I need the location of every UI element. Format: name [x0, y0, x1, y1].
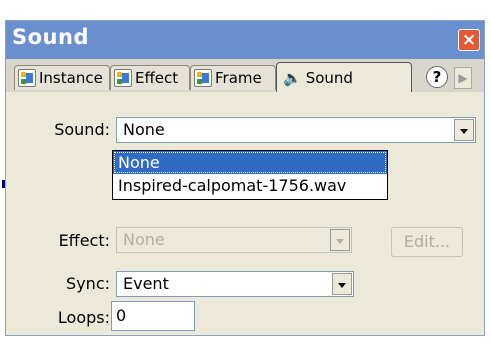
chevron-down-icon[interactable] — [454, 119, 474, 141]
sound-select[interactable]: None — [116, 117, 476, 143]
effect-label: Effect: — [58, 231, 110, 250]
sound-option-none[interactable]: None — [113, 151, 387, 174]
effect-select[interactable]: None — [116, 227, 352, 253]
tab-sound-label: Sound — [305, 68, 353, 87]
sound-option-wav[interactable]: Inspired-calpomat-1756.wav — [113, 174, 387, 197]
tab-scroll-right-button[interactable]: ▶ — [454, 67, 472, 89]
sync-select-value: Event — [123, 274, 169, 293]
tab-frame-label: Frame — [215, 69, 262, 87]
panel-title: Sound — [12, 25, 89, 49]
close-button[interactable]: × — [458, 29, 480, 51]
tab-bar: Instance Effect Frame 🔈 Sound ? ▶ — [6, 59, 484, 92]
tab-instance-label: Instance — [39, 69, 103, 87]
tab-effect[interactable]: Effect — [110, 65, 190, 90]
effect-icon — [114, 69, 132, 87]
sound-dropdown-list: None Inspired-calpomat-1756.wav — [112, 150, 388, 200]
tab-instance[interactable]: Instance — [14, 65, 110, 90]
effect-select-value: None — [123, 230, 165, 249]
frame-icon — [194, 69, 212, 87]
chevron-down-icon[interactable] — [332, 273, 352, 295]
speaker-icon: 🔈 — [283, 68, 302, 87]
chevron-down-icon[interactable] — [330, 229, 350, 251]
help-icon: ? — [432, 68, 442, 86]
sound-label: Sound: — [54, 120, 110, 139]
loops-input[interactable]: 0 — [111, 301, 195, 331]
tab-frame[interactable]: Frame — [190, 65, 276, 90]
tab-sound[interactable]: 🔈 Sound — [276, 62, 412, 92]
sync-select[interactable]: Event — [116, 271, 354, 297]
sync-label: Sync: — [66, 274, 110, 293]
instance-icon — [18, 69, 36, 87]
chevron-right-icon: ▶ — [458, 71, 468, 85]
title-bar[interactable]: Sound × — [6, 21, 484, 59]
help-button[interactable]: ? — [426, 66, 448, 88]
edit-button[interactable]: Edit... — [391, 227, 463, 257]
loops-label: Loops: — [57, 308, 110, 327]
close-icon: × — [461, 30, 477, 50]
sound-select-value: None — [123, 120, 165, 139]
tab-effect-label: Effect — [135, 69, 179, 87]
